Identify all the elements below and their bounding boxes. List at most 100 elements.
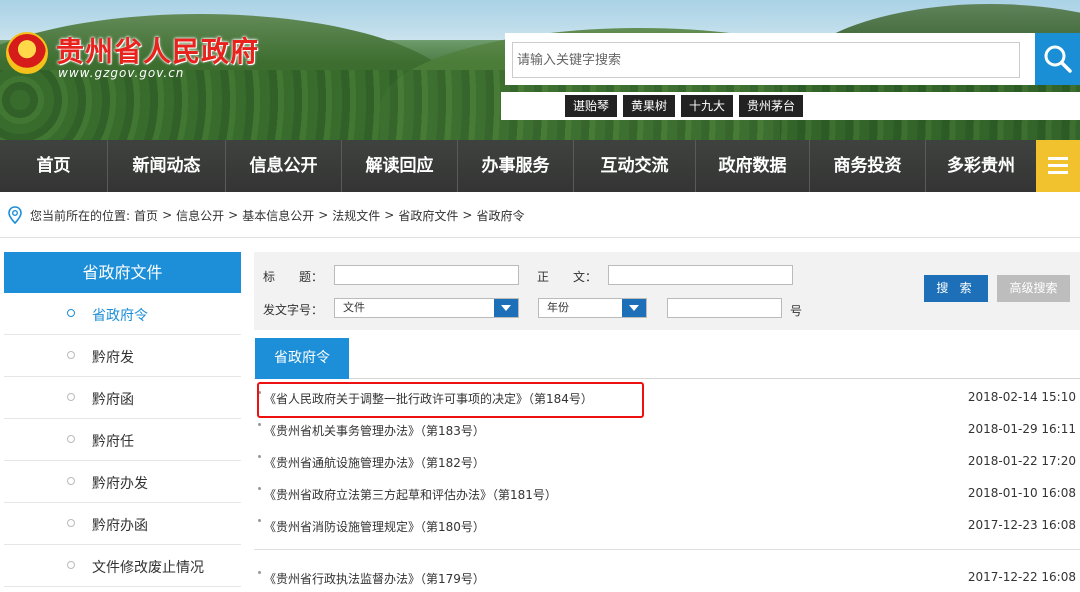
hot-keyword[interactable]: 黄果树 [623, 95, 676, 117]
chevron-down-icon [622, 299, 646, 317]
bullet-icon [258, 423, 261, 426]
tab-underline [254, 378, 1080, 379]
sidebar-item-qianfufa[interactable]: 黔府发 [4, 335, 241, 377]
hot-keyword[interactable]: 谌贻琴 [565, 95, 618, 117]
document-row[interactable]: 《贵州省行政执法监督办法》（第179号） 2017-12-22 16:08 [254, 562, 1080, 592]
year-select[interactable]: 年份 [538, 298, 647, 318]
breadcrumb-item[interactable]: 法规文件 [332, 207, 380, 224]
document-row[interactable]: 《贵州省政府立法第三方起草和评估办法》（第181号） 2018-01-10 16… [254, 478, 1080, 508]
hot-keywords: 谌贻琴 黄果树 十九大 贵州茅台 [565, 95, 804, 117]
breadcrumb-separator: > [162, 208, 173, 222]
breadcrumb-prefix: 您当前所在的位置: [30, 208, 131, 223]
location-pin-icon [8, 206, 22, 224]
number-suffix: 号 [790, 304, 803, 318]
nav-item-data[interactable]: 政府数据 [696, 140, 810, 192]
breadcrumb-item[interactable]: 首页 [134, 207, 158, 224]
document-date: 2018-01-29 16:11 [967, 422, 1076, 436]
nav-item-home[interactable]: 首页 [0, 140, 108, 192]
nav-item-news[interactable]: 新闻动态 [108, 140, 226, 192]
circle-bullet-icon [67, 309, 75, 317]
sidebar-item-label: 黔府办发 [92, 476, 148, 492]
bullet-icon [258, 519, 261, 522]
advanced-search-button[interactable]: 高级搜索 [997, 275, 1070, 302]
bullet-icon [258, 571, 261, 574]
breadcrumb-separator: > [318, 208, 329, 222]
breadcrumb-item[interactable]: 省政府令 [476, 207, 524, 224]
sidebar-item-label: 黔府任 [92, 434, 134, 450]
document-date: 2017-12-23 16:08 [967, 518, 1076, 532]
document-row[interactable]: 《贵州省机关事务管理办法》（第183号） 2018-01-29 16:11 [254, 414, 1080, 444]
sidebar-item-qianfuhan[interactable]: 黔府函 [4, 377, 241, 419]
search-submit-button[interactable]: 搜 索 [924, 275, 988, 302]
main-nav: 首页 新闻动态 信息公开 解读回应 办事服务 互动交流 政府数据 商务投资 多彩… [0, 140, 1080, 192]
document-date: 2018-02-14 15:10 [967, 390, 1076, 404]
nav-item-interaction[interactable]: 互动交流 [574, 140, 696, 192]
document-title[interactable]: 《贵州省消防设施管理规定》（第180号） [264, 518, 485, 535]
divider [0, 237, 1080, 238]
body-label: 正 文： [537, 270, 598, 284]
menu-icon-bar [1048, 157, 1068, 160]
document-title[interactable]: 《贵州省机关事务管理办法》（第183号） [264, 422, 485, 439]
doc-type-select[interactable]: 文件 [334, 298, 519, 318]
document-title[interactable]: 《贵州省政府立法第三方起草和评估办法》（第181号） [264, 486, 557, 503]
breadcrumb-item[interactable]: 信息公开 [176, 207, 224, 224]
document-date: 2017-12-22 16:08 [967, 570, 1076, 584]
circle-bullet-icon [67, 519, 75, 527]
sidebar-item-qianfuren[interactable]: 黔府任 [4, 419, 241, 461]
sidebar-item-label: 黔府函 [92, 392, 134, 408]
doc-number-input[interactable] [667, 298, 782, 318]
bullet-icon [258, 455, 261, 458]
site-url: www.gzgov.gov.cn [58, 66, 185, 80]
document-row[interactable]: 《贵州省消防设施管理规定》（第180号） 2017-12-23 16:08 [254, 510, 1080, 540]
nav-item-info[interactable]: 信息公开 [226, 140, 342, 192]
breadcrumb-separator: > [384, 208, 395, 222]
breadcrumb-separator: > [228, 208, 239, 222]
sidebar-item-qianfubanfa[interactable]: 黔府办发 [4, 461, 241, 503]
circle-bullet-icon [67, 393, 75, 401]
circle-bullet-icon [67, 477, 75, 485]
breadcrumb-separator: > [462, 208, 473, 222]
menu-icon-bar [1048, 171, 1068, 174]
hot-keyword[interactable]: 贵州茅台 [739, 95, 804, 117]
highlight-box [257, 382, 644, 418]
sidebar-item-qianfubanhan[interactable]: 黔府办函 [4, 503, 241, 545]
nav-item-interpret[interactable]: 解读回应 [342, 140, 458, 192]
list-divider [254, 549, 1080, 550]
circle-bullet-icon [67, 351, 75, 359]
circle-bullet-icon [67, 435, 75, 443]
year-value: 年份 [547, 301, 569, 314]
search-input[interactable] [512, 42, 1020, 78]
title-label: 标 题： [263, 270, 324, 284]
national-emblem-icon [6, 32, 48, 74]
breadcrumb: 您当前所在的位置: 首页 > 信息公开 > 基本信息公开 > 法规文件 > 省政… [8, 206, 524, 224]
sidebar-item-label: 文件修改废止情况 [92, 560, 204, 576]
nav-item-services[interactable]: 办事服务 [458, 140, 574, 192]
hot-keyword[interactable]: 十九大 [681, 95, 734, 117]
sidebar-item-label: 黔府办函 [92, 518, 148, 534]
tab-provincial-decrees[interactable]: 省政府令 [255, 338, 349, 379]
sidebar-item-label: 黔府发 [92, 350, 134, 366]
sidebar-item-document-amendments[interactable]: 文件修改废止情况 [4, 545, 241, 587]
document-date: 2018-01-22 17:20 [967, 454, 1076, 468]
sidebar-title: 省政府文件 [4, 252, 241, 293]
breadcrumb-item[interactable]: 省政府文件 [398, 207, 458, 224]
document-title[interactable]: 《贵州省通航设施管理办法》（第182号） [264, 454, 485, 471]
menu-icon[interactable] [1036, 140, 1080, 192]
sidebar-item-provincial-decrees[interactable]: 省政府令 [4, 293, 241, 335]
body-input[interactable] [608, 265, 793, 285]
menu-icon-bar [1048, 164, 1068, 167]
document-date: 2018-01-10 16:08 [967, 486, 1076, 500]
search-icon [1044, 45, 1072, 73]
circle-bullet-icon [67, 561, 75, 569]
breadcrumb-item[interactable]: 基本信息公开 [242, 207, 314, 224]
chevron-down-icon [494, 299, 518, 317]
sidebar-menu: 省政府令 黔府发 黔府函 黔府任 黔府办发 黔府办函 文件修改废止情况 [4, 293, 241, 587]
document-title[interactable]: 《贵州省行政执法监督办法》（第179号） [264, 570, 485, 587]
site-title[interactable]: 贵州省人民政府 [56, 30, 259, 70]
nav-item-guizhou[interactable]: 多彩贵州 [926, 140, 1036, 192]
search-button[interactable] [1035, 33, 1080, 85]
document-row[interactable]: 《贵州省通航设施管理办法》（第182号） 2018-01-22 17:20 [254, 446, 1080, 476]
title-input[interactable] [334, 265, 519, 285]
doc-number-label: 发文字号： [263, 303, 324, 317]
nav-item-business[interactable]: 商务投资 [810, 140, 926, 192]
